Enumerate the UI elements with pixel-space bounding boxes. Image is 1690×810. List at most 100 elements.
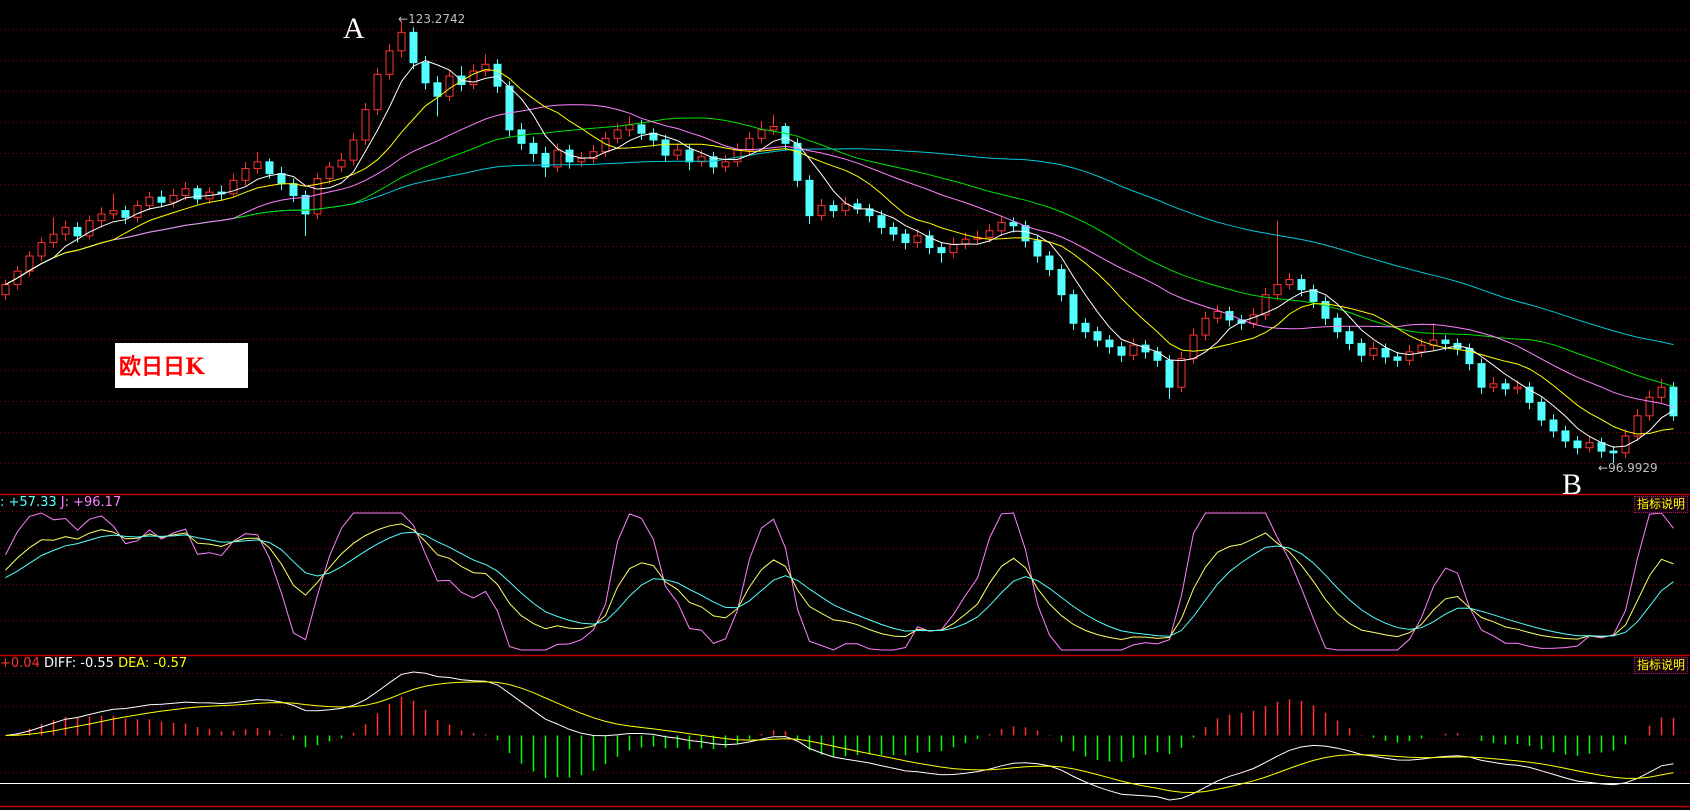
candle-body <box>1489 383 1498 388</box>
candle-body <box>1477 363 1486 388</box>
macd-help-button[interactable]: 指标说明 <box>1633 657 1688 674</box>
candle-body <box>1165 359 1174 388</box>
candle-body <box>577 157 586 163</box>
candle-body <box>901 233 910 244</box>
candle-body <box>721 161 730 168</box>
candle-body <box>1033 240 1042 257</box>
kdj-j-line <box>5 512 1674 651</box>
candle-body <box>121 210 130 218</box>
low-price-label: ←96.9929 <box>1598 461 1658 475</box>
ma5-line <box>5 60 1674 448</box>
trough-marker-b: B <box>1562 468 1583 501</box>
candle-body <box>349 139 358 161</box>
candle-body <box>253 161 262 170</box>
candle-body <box>421 62 430 84</box>
candle-body <box>997 221 1006 232</box>
candle-body <box>661 139 670 156</box>
peak-marker-a: A <box>343 12 365 45</box>
candle-body <box>109 210 118 215</box>
candle-body <box>1585 442 1594 449</box>
chart-canvas[interactable] <box>0 0 1690 810</box>
candle-body <box>37 242 46 257</box>
candle-body <box>1177 358 1186 388</box>
candle-body <box>745 137 754 151</box>
candle-body <box>1117 346 1126 356</box>
candle-body <box>1213 311 1222 319</box>
diff-value: DIFF: -0.55 <box>43 656 114 671</box>
candle-body <box>877 215 886 228</box>
candle-body <box>1501 383 1510 390</box>
candle-body <box>757 129 766 139</box>
candle-body <box>1549 419 1558 432</box>
ma20-line <box>5 104 1674 408</box>
ma60-line <box>5 148 1674 346</box>
candle-body <box>949 243 958 254</box>
candle-body <box>1105 339 1114 348</box>
macd-legend: +0.04 DIFF: -0.55 DEA: -0.57 <box>0 656 187 671</box>
candle-body <box>1357 342 1366 356</box>
candle-body <box>49 233 58 244</box>
candle-body <box>385 50 394 75</box>
candle-body <box>625 124 634 131</box>
candle-body <box>1333 317 1342 333</box>
candle-body <box>1513 386 1522 390</box>
candle-body <box>769 126 778 131</box>
kdj-j-value: J: +96.17 <box>60 495 122 510</box>
high-price-label: ←123.2742 <box>398 12 466 26</box>
candle-body <box>889 226 898 235</box>
low-price-value: 96.9929 <box>1608 461 1658 475</box>
candle-body <box>673 149 682 156</box>
candle-body <box>1537 401 1546 421</box>
candle-body <box>1009 221 1018 227</box>
candle-body <box>73 226 82 237</box>
candle-body <box>1441 339 1450 344</box>
candle-body <box>133 205 142 218</box>
candle-body <box>685 149 694 163</box>
candle-body <box>145 196 154 207</box>
candle-body <box>97 213 106 222</box>
candle-body <box>193 188 202 200</box>
candle-body <box>805 179 814 217</box>
candle-body <box>1369 348 1378 356</box>
candle-body <box>1201 317 1210 336</box>
candle-body <box>1393 356 1402 361</box>
candle-body <box>937 247 946 254</box>
candle-body <box>733 149 742 163</box>
candle-body <box>277 173 286 185</box>
candle-body <box>241 168 250 181</box>
candle-body <box>1 284 10 296</box>
candle-body <box>1285 279 1294 286</box>
candle-body <box>289 183 298 196</box>
macd-dea-line <box>5 681 1674 794</box>
candle-body <box>157 196 166 203</box>
candle-body <box>265 161 274 175</box>
candle-body <box>1069 294 1078 324</box>
candle-body <box>1081 322 1090 333</box>
candle-body <box>517 129 526 144</box>
candle-body <box>1045 255 1054 270</box>
kdj-help-button[interactable]: 指标说明 <box>1633 496 1688 513</box>
candle-body <box>1609 450 1618 454</box>
candle-body <box>1057 268 1066 296</box>
candle-body <box>829 205 838 212</box>
kdj-d-value: : +57.33 <box>0 495 57 510</box>
chart-title-box: 欧日日K <box>115 343 248 388</box>
candle-body <box>1093 331 1102 341</box>
candle-body <box>1645 396 1654 417</box>
candle-body <box>445 75 454 97</box>
candle-body <box>1345 331 1354 344</box>
candle-body <box>1561 430 1570 442</box>
candle-body <box>613 129 622 139</box>
candle-body <box>433 82 442 97</box>
candle-body <box>505 85 514 131</box>
chart-title: 欧日日K <box>119 354 205 380</box>
high-price-value: 123.2742 <box>408 12 466 26</box>
candle-body <box>373 73 382 111</box>
candle-body <box>409 31 418 64</box>
candle-body <box>1417 344 1426 353</box>
candle-body <box>1405 351 1414 361</box>
candle-body <box>1273 284 1282 296</box>
candle-body <box>817 205 826 217</box>
candle-body <box>913 235 922 244</box>
candle-body <box>985 230 994 239</box>
